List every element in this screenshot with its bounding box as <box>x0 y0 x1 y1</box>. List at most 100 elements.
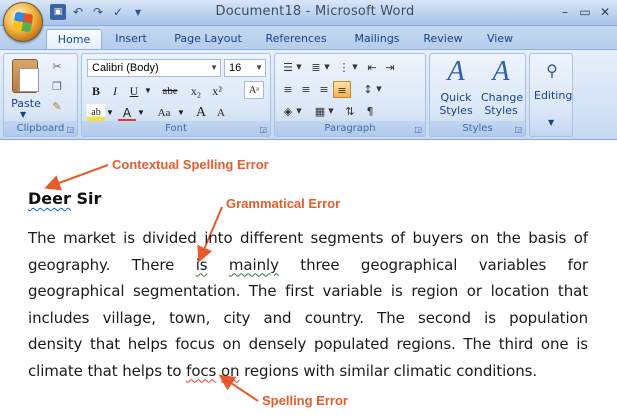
editing-group[interactable]: ⚲ Editing ▼ <box>529 53 573 137</box>
chevron-down-icon: ▼ <box>210 63 218 72</box>
editing-button[interactable]: ⚲ Editing <box>534 58 572 102</box>
letter-salutation[interactable]: Deer Sir <box>28 189 101 208</box>
tab-page-layout[interactable]: Page Layout <box>166 29 250 50</box>
quick-styles-button[interactable]: A Quick Styles <box>434 56 478 117</box>
paragraph-group-label: Paragraph <box>275 121 425 136</box>
paste-icon[interactable] <box>12 59 39 93</box>
increase-indent-icon[interactable]: ⇥ <box>381 59 399 76</box>
tab-home[interactable]: Home <box>46 29 102 50</box>
superscript-button[interactable]: x² <box>208 82 226 100</box>
tab-view[interactable]: View <box>478 29 522 50</box>
cut-icon[interactable]: ✂ <box>50 60 64 73</box>
align-center-icon[interactable]: ≡ <box>297 81 315 98</box>
tab-references[interactable]: References <box>256 29 336 50</box>
clipboard-group: Paste ▼ ✂ ❐ ✎ Clipboard ◲ <box>3 53 78 137</box>
strikethrough-button[interactable]: abe <box>158 82 182 100</box>
chevron-down-icon[interactable]: ▼ <box>323 59 331 76</box>
align-right-icon[interactable]: ≡ <box>315 81 333 98</box>
chevron-down-icon[interactable]: ▼ <box>177 104 185 122</box>
grow-font-button[interactable]: A <box>192 104 210 122</box>
tab-mailings[interactable]: Mailings <box>344 29 410 50</box>
title-bar: ▣ ↶ ↷ ✓ ▾ Document18 - Microsoft Word – … <box>0 0 617 26</box>
spelling-error-word[interactable]: on <box>221 362 240 380</box>
paragraph-line: geographical segmentation. The first var… <box>28 282 588 300</box>
office-button[interactable] <box>3 2 43 42</box>
font-size-value: 16 <box>229 62 242 74</box>
redo-icon[interactable]: ↷ <box>90 4 106 20</box>
spelling-error-callout: Spelling Error <box>262 393 348 408</box>
maximize-button[interactable]: ▭ <box>579 4 591 20</box>
contextual-error-word[interactable]: Deer <box>28 189 71 208</box>
change-styles-label: Change Styles <box>481 91 524 117</box>
bold-button[interactable]: B <box>87 82 105 100</box>
ribbon-tabs: Home Insert Page Layout References Maili… <box>0 26 617 50</box>
close-button[interactable]: ✕ <box>599 4 611 20</box>
chevron-down-icon[interactable]: ▼ <box>137 104 145 122</box>
shrink-font-button[interactable]: A <box>212 104 230 122</box>
sort-icon[interactable]: ⇅ <box>341 103 359 120</box>
window-controls: – ▭ ✕ <box>559 4 611 20</box>
grammar-error-word[interactable]: mainly <box>229 256 279 274</box>
chevron-down-icon[interactable]: ▼ <box>351 59 359 76</box>
align-left-icon[interactable]: ≡ <box>279 81 297 98</box>
chevron-down-icon[interactable]: ▼ <box>548 118 554 127</box>
change-styles-button[interactable]: A Change Styles <box>478 56 524 117</box>
grammatical-error-callout: Grammatical Error <box>226 196 341 211</box>
decrease-indent-icon[interactable]: ⇤ <box>363 59 381 76</box>
word: geography. <box>28 255 111 274</box>
word-group: regions with similar climatic conditions… <box>244 361 538 380</box>
paragraph-group: ☰ ▼ ≣ ▼ ⋮ ▼ ⇤ ⇥ ≡ ≡ ≡ ≡ ↕ ▼ ◈ ▼ ▦ ▼ ⇅ ¶ … <box>274 53 426 137</box>
undo-icon[interactable]: ↶ <box>70 4 86 20</box>
word: There <box>131 255 175 274</box>
font-color-icon[interactable]: A <box>118 104 136 122</box>
chevron-down-icon[interactable]: ▼ <box>295 59 303 76</box>
paragraph-line: includes village, town, city and country… <box>28 308 588 327</box>
grammar-error-word[interactable]: is <box>196 256 208 274</box>
window-title: Document18 - Microsoft Word <box>215 4 415 19</box>
chevron-down-icon[interactable]: ▼ <box>375 81 383 98</box>
chevron-down-icon[interactable]: ▼ <box>295 103 303 120</box>
pilcrow-icon[interactable]: ¶ <box>361 103 379 120</box>
chevron-down-icon[interactable]: ▼ <box>106 104 114 122</box>
dialog-launcher-icon[interactable]: ◲ <box>414 125 422 134</box>
paste-button[interactable]: Paste <box>7 97 45 110</box>
tab-review[interactable]: Review <box>418 29 468 50</box>
word: three <box>300 255 340 274</box>
italic-button[interactable]: I <box>107 82 123 100</box>
copy-icon[interactable]: ❐ <box>50 80 64 93</box>
paragraph-line: geography. There is mainly three geograp… <box>28 252 588 279</box>
ribbon: Paste ▼ ✂ ❐ ✎ Clipboard ◲ Calibri (Body)… <box>0 49 617 140</box>
spelling-error-word[interactable]: focs <box>186 362 216 380</box>
change-case-button[interactable]: Aa <box>152 104 176 122</box>
font-size-select[interactable]: 16 ▼ <box>224 59 266 77</box>
office-logo-icon <box>12 11 34 33</box>
body-paragraph[interactable]: The market is divided into different seg… <box>28 225 588 384</box>
document-page[interactable]: Contextual Spelling Error Grammatical Er… <box>0 141 617 417</box>
font-family-value: Calibri (Body) <box>92 62 159 74</box>
font-family-select[interactable]: Calibri (Body) ▼ <box>87 59 221 77</box>
chevron-down-icon[interactable]: ▼ <box>20 110 26 119</box>
clear-formatting-icon[interactable]: Aᵃ <box>244 81 264 99</box>
word-group: climate that helps to <box>28 361 182 380</box>
justify-icon[interactable]: ≡ <box>333 81 351 98</box>
contextual-error-callout: Contextual Spelling Error <box>112 157 269 172</box>
check-icon[interactable]: ✓ <box>110 4 126 20</box>
chevron-down-icon[interactable]: ▼ <box>144 82 152 100</box>
highlight-icon[interactable]: ab <box>87 104 105 122</box>
underline-button[interactable]: U <box>126 82 142 100</box>
styles-group-label: Styles <box>430 121 525 136</box>
save-icon[interactable]: ▣ <box>50 4 66 20</box>
tab-insert[interactable]: Insert <box>106 29 156 50</box>
minimize-button[interactable]: – <box>559 4 571 20</box>
subscript-button[interactable]: x₂ <box>187 82 205 100</box>
word: variables <box>478 255 547 274</box>
dialog-launcher-icon[interactable]: ◲ <box>66 125 74 134</box>
chevron-down-icon: ▼ <box>255 63 263 72</box>
font-group: Calibri (Body) ▼ 16 ▼ B I U ▼ abe x₂ x² … <box>81 53 271 137</box>
salutation-word[interactable]: Sir <box>76 189 101 208</box>
customize-icon[interactable]: ▾ <box>130 4 146 20</box>
dialog-launcher-icon[interactable]: ◲ <box>514 125 522 134</box>
format-painter-icon[interactable]: ✎ <box>50 100 64 113</box>
chevron-down-icon[interactable]: ▼ <box>327 103 335 120</box>
dialog-launcher-icon[interactable]: ◲ <box>259 125 267 134</box>
